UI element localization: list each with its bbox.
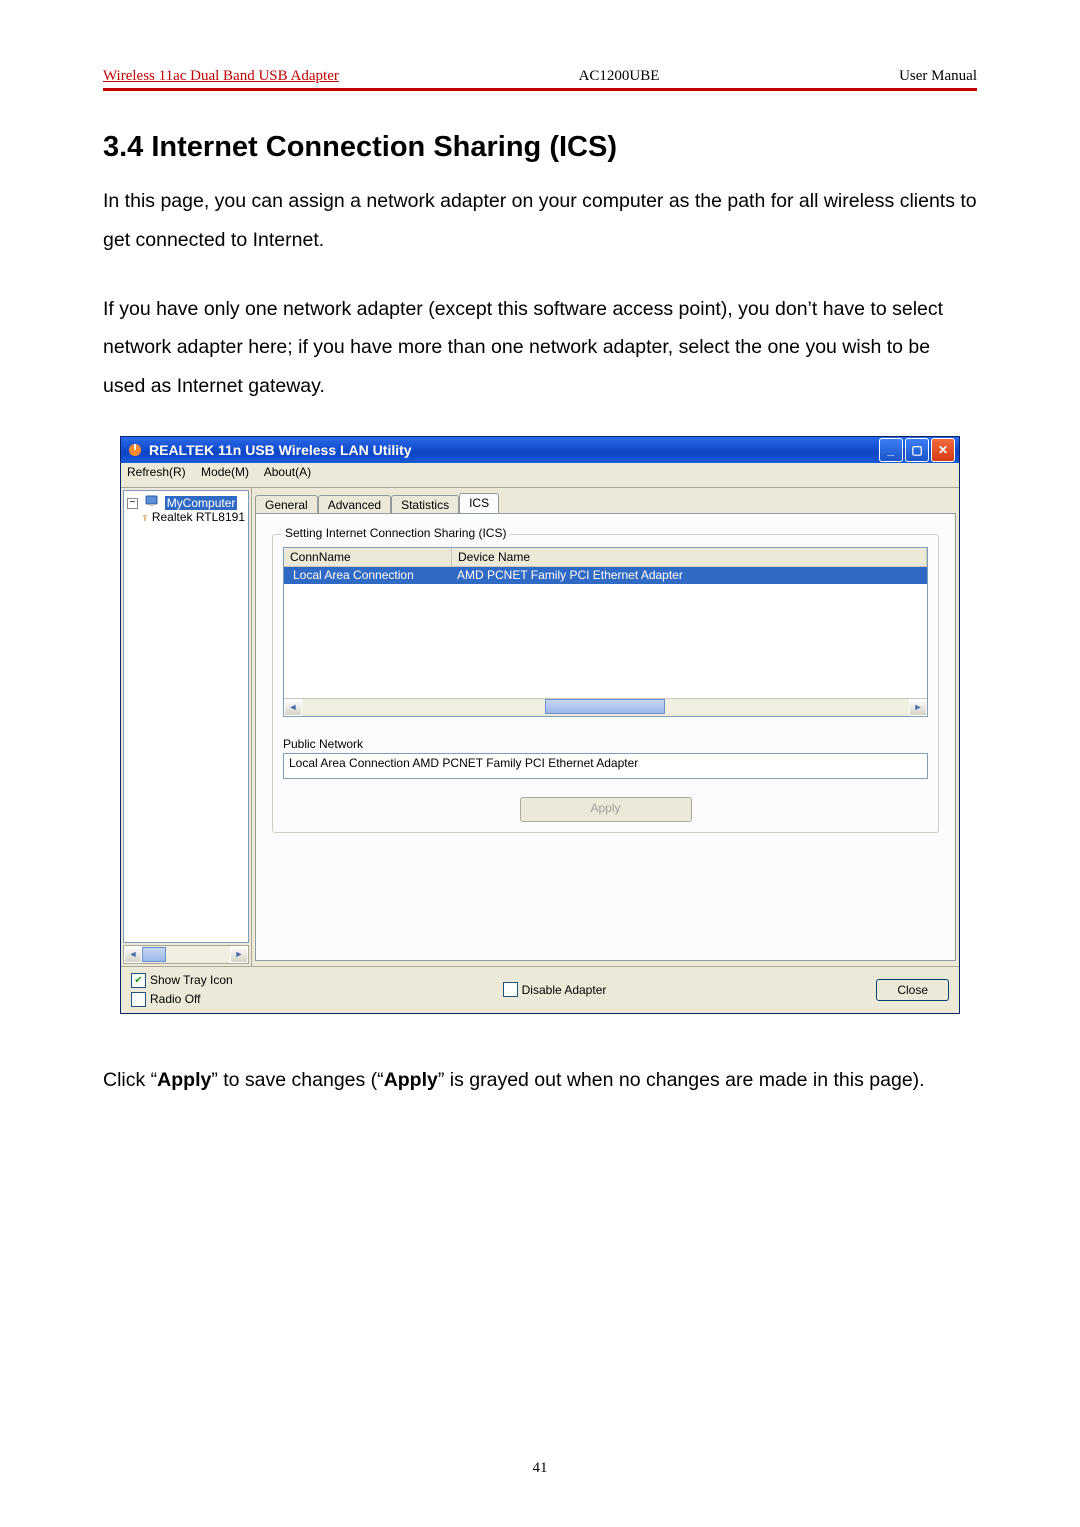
list-scroll-left-icon[interactable]: ◄	[284, 699, 302, 716]
apply-bold-2: Apply	[384, 1069, 438, 1091]
tab-advanced[interactable]: Advanced	[318, 495, 391, 514]
page-header: Wireless 11ac Dual Band USB Adapter AC12…	[103, 68, 977, 85]
tab-content: Setting Internet Connection Sharing (ICS…	[255, 513, 956, 961]
minimize-button[interactable]: _	[879, 438, 903, 462]
tab-general[interactable]: General	[255, 495, 318, 514]
client-area: − MyComputer Realtek RTL8191 ◄ ►	[121, 488, 959, 967]
page-number: 41	[0, 1460, 1080, 1477]
ics-groupbox: Setting Internet Connection Sharing (ICS…	[272, 534, 939, 833]
radio-off-checkbox[interactable]: Radio Off	[131, 992, 233, 1007]
scroll-track[interactable]	[142, 947, 230, 962]
tray-icon-checkbox[interactable]: ✔ Show Tray Icon	[131, 973, 233, 988]
tab-ics[interactable]: ICS	[459, 493, 499, 513]
window-title: REALTEK 11n USB Wireless LAN Utility	[149, 442, 412, 458]
tree-hscroll[interactable]: ◄ ►	[123, 945, 249, 964]
menu-about[interactable]: About(A)	[264, 465, 311, 479]
public-network-label: Public Network	[283, 737, 928, 751]
list-scroll-right-icon[interactable]: ►	[909, 699, 927, 716]
apply-button: Apply	[520, 797, 692, 822]
list-hscroll[interactable]: ◄ ►	[284, 698, 927, 716]
header-divider	[103, 88, 977, 91]
checkbox-checked-icon: ✔	[131, 973, 146, 988]
groupbox-label: Setting Internet Connection Sharing (ICS…	[281, 526, 510, 540]
bottom-bar: ✔ Show Tray Icon Radio Off Disable Adapt…	[121, 967, 959, 1013]
scroll-thumb[interactable]	[142, 947, 166, 962]
connection-listview[interactable]: ConnName Device Name Local Area Connecti…	[283, 547, 928, 717]
tree-panel: − MyComputer Realtek RTL8191 ◄ ►	[121, 488, 252, 966]
title-bar[interactable]: REALTEK 11n USB Wireless LAN Utility _ ▢…	[121, 437, 959, 463]
tree-child-label: Realtek RTL8191	[152, 510, 245, 524]
checkbox-unchecked-icon	[503, 982, 518, 997]
row-device: AMD PCNET Family PCI Ethernet Adapter	[451, 567, 927, 583]
apply-note: Click “Apply” to save changes (“Apply” i…	[103, 1069, 977, 1092]
computer-icon	[145, 494, 158, 507]
list-scroll-thumb[interactable]	[545, 699, 665, 714]
intro-paragraph-1: In this page, you can assign a network a…	[103, 182, 977, 260]
tree-child-node[interactable]: Realtek RTL8191	[141, 510, 245, 524]
tab-statistics[interactable]: Statistics	[391, 495, 459, 514]
header-product: Wireless 11ac Dual Band USB Adapter	[103, 68, 339, 85]
bottom-right-col: Close	[876, 983, 949, 997]
main-panel: General Advanced Statistics ICS Setting …	[252, 488, 959, 966]
collapse-icon[interactable]: −	[127, 498, 138, 509]
public-network-section: Public Network Local Area Connection AMD…	[283, 737, 928, 779]
header-doc-type: User Manual	[899, 68, 977, 85]
antenna-icon	[141, 510, 149, 523]
app-window: REALTEK 11n USB Wireless LAN Utility _ ▢…	[120, 436, 960, 1014]
close-window-button[interactable]: ✕	[931, 438, 955, 462]
list-row-selected[interactable]: Local Area Connection AMD PCNET Family P…	[284, 567, 927, 584]
scroll-right-icon[interactable]: ►	[230, 946, 248, 963]
col-connname[interactable]: ConnName	[284, 548, 452, 566]
tree-root-label: MyComputer	[165, 496, 238, 510]
disable-adapter-checkbox[interactable]: Disable Adapter	[233, 982, 877, 997]
list-empty-area	[284, 584, 927, 698]
scroll-left-icon[interactable]: ◄	[124, 946, 142, 963]
close-button[interactable]: Close	[876, 979, 949, 1001]
section-heading: 3.4 Internet Connection Sharing (ICS)	[103, 131, 977, 164]
app-icon	[127, 442, 143, 458]
radio-off-label: Radio Off	[150, 992, 200, 1006]
list-scroll-track[interactable]	[302, 699, 909, 714]
document-page: Wireless 11ac Dual Band USB Adapter AC12…	[0, 0, 1080, 1527]
tab-strip: General Advanced Statistics ICS	[255, 491, 956, 513]
menu-refresh[interactable]: Refresh(R)	[127, 465, 186, 479]
list-headers: ConnName Device Name	[284, 548, 927, 567]
menu-bar: Refresh(R) Mode(M) About(A)	[121, 463, 959, 488]
col-device[interactable]: Device Name	[452, 548, 927, 566]
maximize-button[interactable]: ▢	[905, 438, 929, 462]
checkbox-unchecked-icon	[131, 992, 146, 1007]
menu-mode[interactable]: Mode(M)	[201, 465, 249, 479]
public-network-field[interactable]: Local Area Connection AMD PCNET Family P…	[283, 753, 928, 779]
tree-root-node[interactable]: − MyComputer	[127, 494, 245, 510]
header-model: AC1200UBE	[579, 68, 660, 85]
intro-paragraph-2: If you have only one network adapter (ex…	[103, 290, 977, 406]
apply-bold-1: Apply	[157, 1069, 211, 1091]
disable-adapter-label: Disable Adapter	[522, 983, 607, 997]
bottom-left-col: ✔ Show Tray Icon Radio Off	[131, 973, 233, 1007]
bottom-mid-col: Disable Adapter	[233, 982, 877, 997]
device-tree[interactable]: − MyComputer Realtek RTL8191	[123, 490, 249, 943]
tray-icon-label: Show Tray Icon	[150, 973, 233, 987]
row-connname: Local Area Connection	[293, 568, 414, 582]
